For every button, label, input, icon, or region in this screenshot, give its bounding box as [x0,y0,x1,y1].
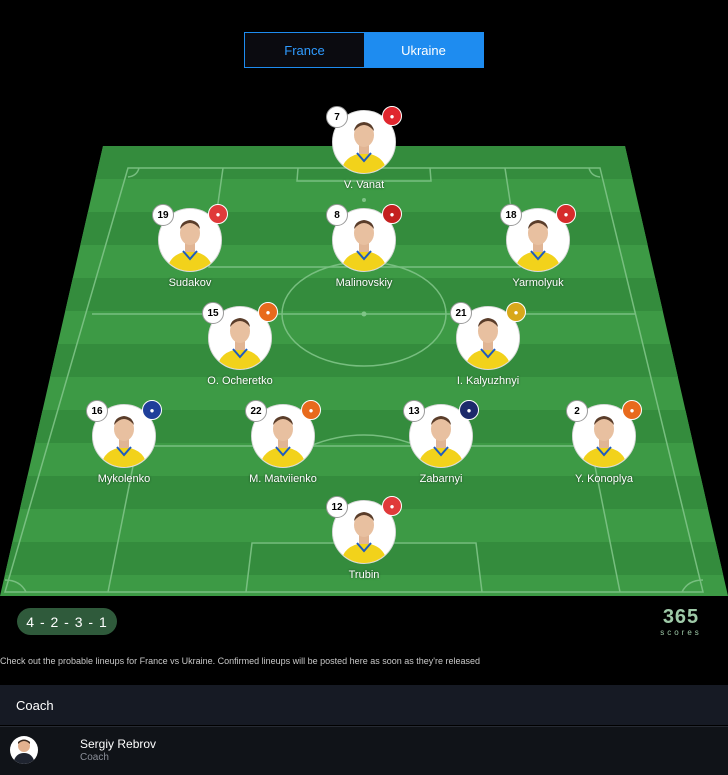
player-name: Y. Konoplya [575,473,633,485]
formation-badge: 4 - 2 - 3 - 1 [17,608,117,635]
player-number: 15 [202,302,224,324]
player-name: Mykolenko [97,473,151,485]
player-gk[interactable]: 12 ● Trubin [304,496,424,581]
player-name: Zabarnyi [419,473,463,485]
player-name: O. Ocheretko [207,375,273,387]
player-name: I. Kalyuzhnyi [456,375,520,387]
player-name: V. Vanat [343,179,385,191]
shakhtar-icon: ● [301,400,321,420]
player-rcb[interactable]: 13 ● Zabarnyi [381,400,501,485]
brand-logo-number: 365 [662,606,700,628]
team-switcher: France Ukraine [244,32,484,68]
brand-logo: 365 scores [650,606,712,642]
shakhtar-icon: ● [622,400,642,420]
metalist-icon: ● [506,302,526,322]
player-lb[interactable]: 16 ● Mykolenko [64,400,184,485]
player-st[interactable]: 7 ● V. Vanat [304,106,424,191]
benfica-icon: ● [382,496,402,516]
girona-icon: ● [382,106,402,126]
shakhtar-icon: ● [258,302,278,322]
tab-france[interactable]: France [245,33,364,67]
player-cam[interactable]: 8 ● Malinovskiy [304,204,424,289]
brentford-icon: ● [556,204,576,224]
brand-logo-text: scores [660,628,702,637]
genoa-icon: ● [382,204,402,224]
player-raw[interactable]: 18 ● Yarmolyuk [478,204,598,289]
benfica-icon: ● [208,204,228,224]
coach-row[interactable]: Sergiy Rebrov Coach [0,726,728,775]
player-name: Malinovskiy [335,277,393,289]
player-number: 21 [450,302,472,324]
player-lcb[interactable]: 22 ● M. Matviienko [223,400,343,485]
player-rm[interactable]: 21 ● I. Kalyuzhnyi [428,302,548,387]
player-law[interactable]: 19 ● Sudakov [130,204,250,289]
player-number: 7 [326,106,348,128]
player-name: Sudakov [168,277,212,289]
player-name: Trubin [348,569,380,581]
player-lm[interactable]: 15 ● O. Ocheretko [180,302,300,387]
coach-role: Coach [80,752,109,763]
tab-ukraine[interactable]: Ukraine [364,33,483,67]
player-number: 8 [326,204,348,226]
player-number: 12 [326,496,348,518]
player-number: 22 [245,400,267,422]
coach-avatar [10,736,38,764]
player-number: 19 [152,204,174,226]
player-rb[interactable]: 2 ● Y. Konoplya [544,400,664,485]
coach-section-header: Coach [0,685,728,725]
player-number: 2 [566,400,588,422]
player-name: Yarmolyuk [512,277,564,289]
player-number: 13 [403,400,425,422]
everton-icon: ● [142,400,162,420]
lineup-note: Check out the probable lineups for Franc… [0,656,480,666]
player-number: 18 [500,204,522,226]
player-name: M. Matviienko [249,473,317,485]
player-number: 16 [86,400,108,422]
coach-section-title: Coach [16,697,54,713]
psg-icon: ● [459,400,479,420]
coach-name: Sergiy Rebrov [80,737,157,751]
